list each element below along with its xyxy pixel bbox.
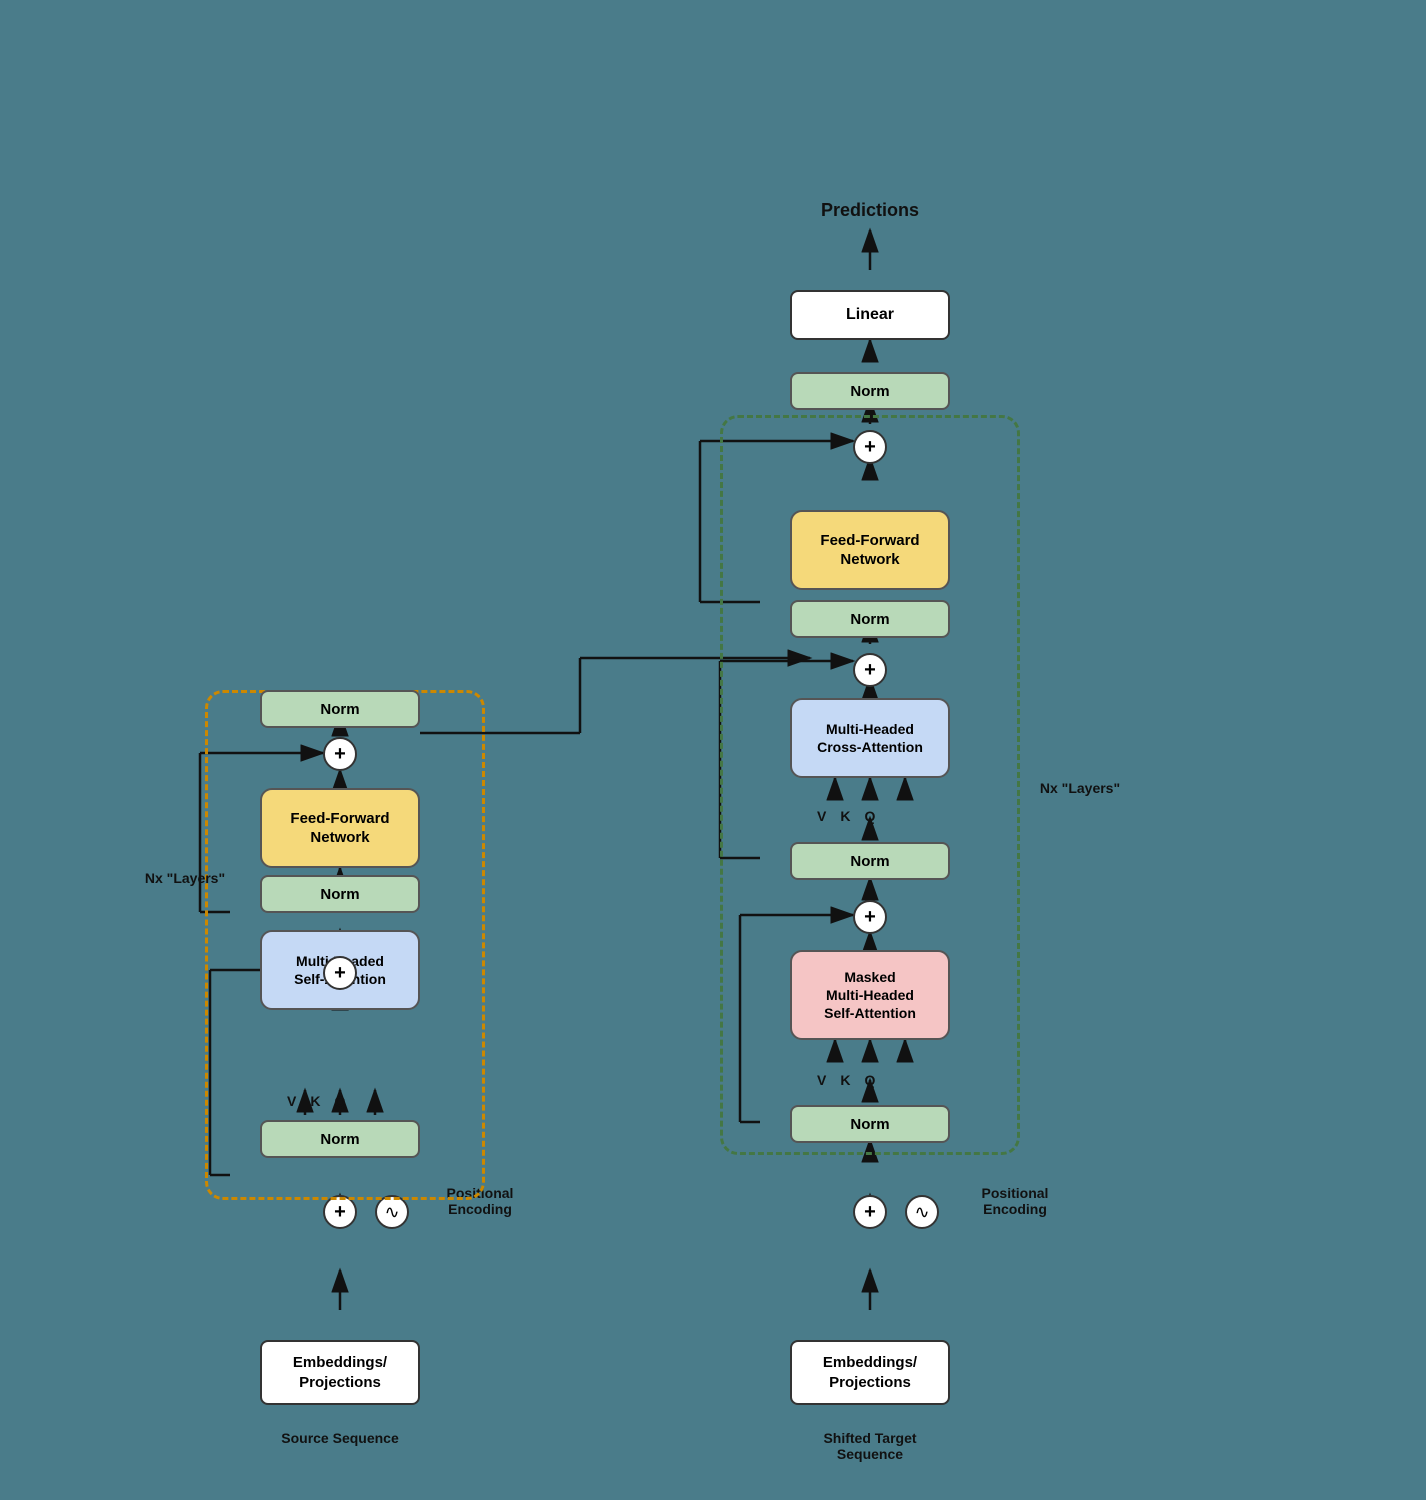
predictions-label: Predictions (790, 200, 950, 221)
encoder-plus-mid: + (323, 956, 357, 990)
diagram-container: Source Sequence Embeddings/ Projections … (0, 0, 1426, 1500)
decoder-plus-2: + (853, 653, 887, 687)
decoder-plus-bottom: + (853, 1195, 887, 1229)
decoder-plus-1: + (853, 900, 887, 934)
decoder-norm-2: Norm (790, 842, 950, 880)
source-sequence-label: Source Sequence (260, 1430, 420, 1446)
decoder-pos-encoding-label: Positional Encoding (950, 1185, 1080, 1217)
encoder-nx-layers-label: Nx "Layers" (140, 870, 230, 886)
decoder-nx-layers-label: Nx "Layers" (1035, 780, 1125, 796)
linear-box: Linear (790, 290, 950, 340)
shifted-target-label: Shifted Target Sequence (790, 1430, 950, 1462)
encoder-vkq-labels: V K Q (287, 1093, 345, 1109)
decoder-embeddings-box: Embeddings/ Projections (790, 1340, 950, 1405)
decoder-ffn-box: Feed-Forward Network (790, 510, 950, 590)
encoder-norm-top: Norm (260, 690, 420, 728)
encoder-ffn-box: Feed-Forward Network (260, 788, 420, 868)
encoder-wave-bottom: ∿ (375, 1195, 409, 1229)
encoder-plus-bottom: + (323, 1195, 357, 1229)
decoder-cross-attn-box: Multi-Headed Cross-Attention (790, 698, 950, 778)
encoder-norm-mid: Norm (260, 875, 420, 913)
encoder-plus-top: + (323, 737, 357, 771)
decoder-wave-bottom: ∿ (905, 1195, 939, 1229)
decoder-plus-3: + (853, 430, 887, 464)
encoder-embeddings-box: Embeddings/ Projections (260, 1340, 420, 1405)
decoder-norm-top: Norm (790, 372, 950, 410)
encoder-norm-bottom: Norm (260, 1120, 420, 1158)
decoder-vkq-cross-labels: V K Q (817, 808, 875, 824)
decoder-vkq-masked-labels: V K Q (817, 1072, 875, 1088)
decoder-norm-3: Norm (790, 600, 950, 638)
decoder-norm-bottom: Norm (790, 1105, 950, 1143)
decoder-masked-attn-box: Masked Multi-Headed Self-Attention (790, 950, 950, 1040)
